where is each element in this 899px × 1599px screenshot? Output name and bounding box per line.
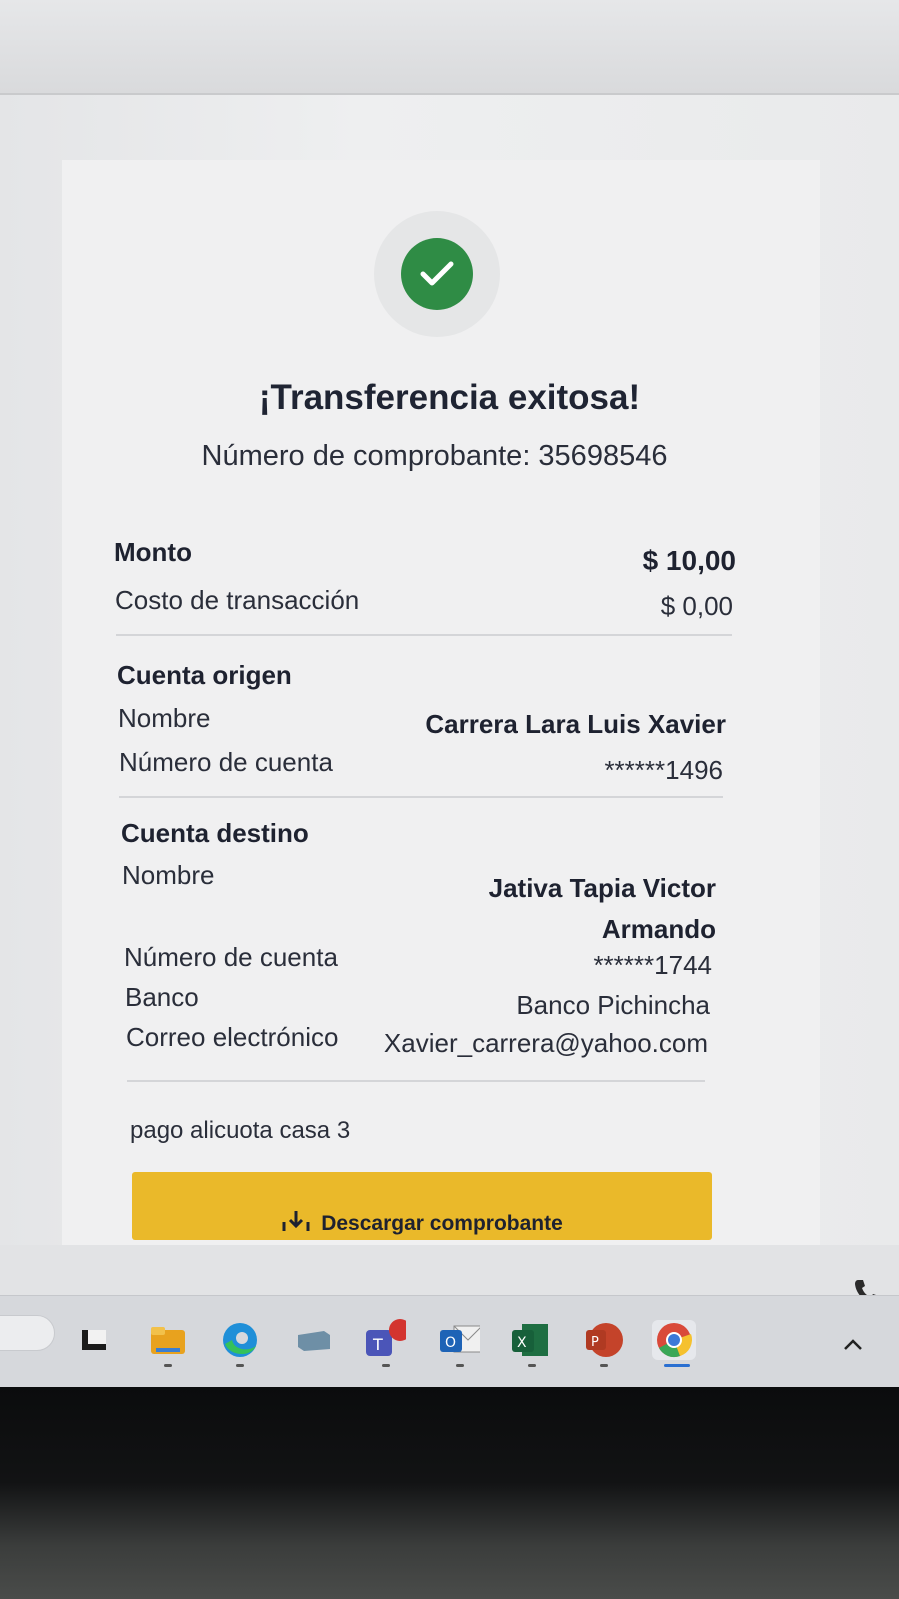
page-title: ¡Transferencia exitosa! — [258, 378, 641, 417]
taskbar-search[interactable] — [0, 1315, 55, 1351]
destination-account-value: ******1744 — [593, 950, 712, 980]
window-bottom-area — [0, 1245, 899, 1295]
chevron-up-icon[interactable] — [842, 1337, 864, 1356]
receipt-number: Número de comprobante: 35698546 — [201, 440, 668, 472]
download-button-label: Descargar comprobante — [321, 1212, 563, 1235]
origin-account-label: Número de cuenta — [119, 747, 333, 777]
active-indicator — [664, 1364, 690, 1367]
destination-name-line2: Armando — [601, 914, 716, 944]
monitor-bezel — [0, 1387, 899, 1599]
svg-text:X: X — [517, 1335, 527, 1351]
running-indicator — [600, 1364, 608, 1367]
svg-text:P: P — [591, 1335, 599, 1350]
destination-account-label: Número de cuenta — [124, 942, 338, 972]
app-icon[interactable] — [292, 1320, 336, 1360]
destination-account-row: Número de cuenta ******1744 — [124, 942, 712, 981]
email-row: Correo electrónico Xavier_carrera@yahoo.… — [126, 1022, 708, 1059]
amount-row: Monto $ 10,00 — [114, 537, 736, 577]
destination-name-label: Nombre — [122, 860, 215, 890]
edge-icon[interactable] — [218, 1320, 262, 1360]
origin-name-value: Carrera Lara Luis Xavier — [425, 709, 726, 739]
svg-text:O: O — [445, 1335, 456, 1351]
success-badge — [374, 211, 500, 337]
destination-name-value: Jativa Tapia Victor Armando — [489, 868, 716, 950]
running-indicator — [236, 1364, 244, 1367]
origin-name-label: Nombre — [118, 703, 211, 733]
amount-value: $ 10,00 — [642, 545, 736, 576]
chrome-icon[interactable] — [652, 1320, 696, 1360]
origin-account-value: ******1496 — [604, 755, 723, 785]
divider — [116, 634, 732, 636]
email-label: Correo electrónico — [126, 1022, 339, 1052]
powerpoint-icon[interactable]: P — [582, 1320, 626, 1360]
destination-name-row: Nombre Jativa Tapia Victor Armando — [122, 860, 716, 950]
origin-section-title: Cuenta origen — [117, 660, 292, 690]
running-indicator — [528, 1364, 536, 1367]
check-icon — [401, 238, 473, 310]
outlook-icon[interactable]: O — [436, 1320, 480, 1360]
teams-icon[interactable]: T — [362, 1319, 406, 1360]
download-icon — [281, 1210, 311, 1236]
destination-section-title: Cuenta destino — [121, 818, 309, 848]
download-receipt-button[interactable]: Descargar comprobante — [132, 1172, 712, 1240]
divider — [119, 796, 723, 798]
bank-label: Banco — [125, 982, 199, 1012]
origin-name-row: Nombre Carrera Lara Luis Xavier — [118, 703, 726, 740]
amount-label: Monto — [114, 537, 192, 567]
fee-label: Costo de transacción — [115, 585, 360, 615]
file-explorer-icon[interactable] — [146, 1320, 190, 1360]
task-view-icon[interactable] — [72, 1320, 116, 1360]
excel-icon[interactable]: X — [508, 1320, 552, 1360]
bank-value: Banco Pichincha — [516, 990, 710, 1020]
transfer-note: pago alicuota casa 3 — [130, 1117, 351, 1144]
fee-value: $ 0,00 — [660, 591, 733, 621]
svg-text:T: T — [372, 1335, 383, 1354]
origin-account-row: Número de cuenta ******1496 — [119, 747, 723, 786]
running-indicator — [456, 1364, 464, 1367]
running-indicator — [164, 1364, 172, 1367]
destination-name-line1: Jativa Tapia Victor — [488, 873, 716, 903]
fee-row: Costo de transacción $ 0,00 — [115, 585, 733, 622]
running-indicator — [382, 1364, 390, 1367]
divider — [127, 1080, 705, 1082]
bank-row: Banco Banco Pichincha — [125, 982, 710, 1021]
browser-top-area — [0, 0, 899, 95]
email-value: Xavier_carrera@yahoo.com — [383, 1028, 708, 1058]
